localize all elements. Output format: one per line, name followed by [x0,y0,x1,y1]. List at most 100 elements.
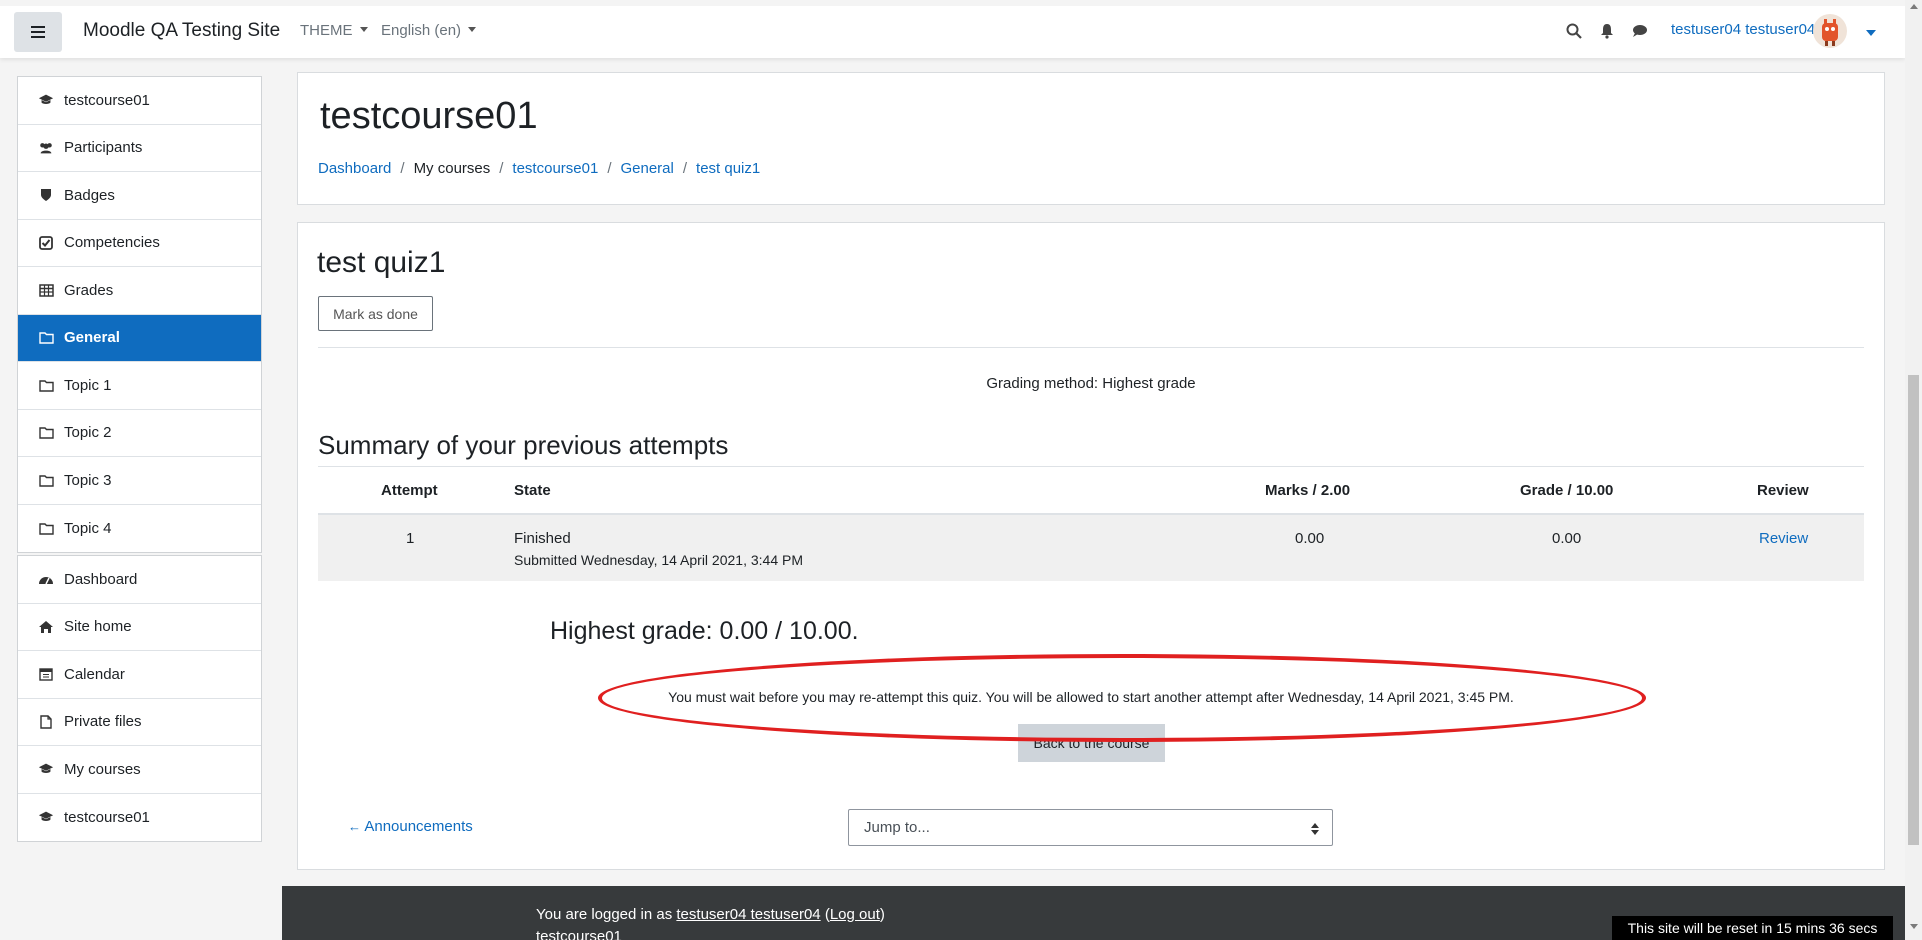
table-row: 1 Finished Submitted Wednesday, 14 April… [318,515,1864,581]
mark-as-done-button[interactable]: Mark as done [318,296,433,331]
sidebar-item-label: Competencies [64,234,160,252]
menu-icon [31,26,45,38]
table-icon [38,282,54,298]
sidebar-item-label: Grades [64,281,114,299]
sidebar-item-private-files[interactable]: Private files [18,699,261,746]
column-header-state: State [514,482,551,499]
attempt-marks: 0.00 [1295,530,1325,547]
scrollbar-thumb[interactable] [1908,375,1919,845]
folder-icon [38,520,54,536]
site-reset-notice: This site will be reset in 15 mins 36 se… [1612,916,1893,940]
sidebar-item-label: Private files [64,713,142,731]
caret-down-icon [359,27,368,32]
graduation-cap-icon [38,809,54,825]
tachometer-icon [38,571,54,587]
sidebar-item-topic-1[interactable]: Topic 1 [18,362,261,410]
folder-icon [38,330,54,346]
sidebar-item-calendar[interactable]: Calendar [18,651,261,699]
column-header-review: Review [1757,482,1809,499]
breadcrumb-separator: / [607,160,612,177]
back-to-course-button[interactable]: Back to the course [1018,724,1165,762]
jump-to-select[interactable]: Jump to... [848,809,1333,846]
sidebar-item-topic-3[interactable]: Topic 3 [18,457,261,505]
caret-down-icon [468,27,477,32]
scroll-up-arrow-icon[interactable] [1910,4,1918,9]
home-icon [38,619,54,635]
attempts-table: Attempt State Marks / 2.00 Grade / 10.00… [318,466,1864,581]
breadcrumb-quiz[interactable]: test quiz1 [696,160,760,177]
users-icon [38,140,54,156]
previous-activity-link[interactable]: ← Announcements [348,818,473,835]
sidebar-item-label: My courses [64,760,141,778]
sidebar-item-label: Topic 1 [64,376,112,394]
sidebar-item-label: Dashboard [64,570,138,588]
grading-method: Grading method: Highest grade [986,375,1196,392]
user-menu-name[interactable]: testuser04 testuser04 [1671,21,1815,38]
search-icon[interactable] [1564,21,1584,41]
sidebar-item-dashboard[interactable]: Dashboard [18,556,261,604]
theme-menu[interactable]: THEME [300,22,368,39]
footer-course: testcourse01 [536,928,622,940]
scroll-down-arrow-icon[interactable] [1910,924,1918,929]
attempt-number: 1 [406,530,415,547]
summary-heading: Summary of your previous attempts [318,430,729,460]
language-menu-label: English (en) [381,22,462,39]
column-header-attempt: Attempt [381,482,438,499]
course-navigation: testcourse01 Participants Badges Competenci… [17,76,262,553]
sidebar-item-testcourse01[interactable]: testcourse01 [18,77,261,125]
shield-icon [38,187,54,203]
footer-user-link[interactable]: testuser04 testuser04 [676,906,820,923]
hamburger-menu-button[interactable] [14,12,62,52]
column-header-marks: Marks / 2.00 [1265,482,1351,499]
sidebar-item-topic-4[interactable]: Topic 4 [18,505,261,553]
nav-icons [1564,21,1663,41]
wait-message: You must wait before you may re-attempt … [668,689,1514,705]
attempt-state: Finished [514,530,571,547]
sidebar-item-general[interactable]: General [18,314,261,362]
page-header-card [297,72,1885,205]
sidebar-item-grades[interactable]: Grades [18,267,261,315]
sidebar-item-topic-2[interactable]: Topic 2 [18,410,261,457]
graduation-cap-icon [38,761,54,777]
sidebar-item-label: testcourse01 [64,91,150,109]
attempt-submitted: Submitted Wednesday, 14 April 2021, 3:44… [514,552,803,568]
site-navigation: Dashboard Site home Calendar Private files M… [17,555,262,842]
avatar[interactable] [1813,14,1847,48]
sidebar-item-testcourse01[interactable]: testcourse01 [18,794,261,842]
breadcrumb-separator: / [499,160,504,177]
sidebar-item-label: Site home [64,618,132,636]
bell-icon[interactable] [1597,21,1617,41]
review-link[interactable]: Review [1759,530,1808,547]
sidebar-item-site-home[interactable]: Site home [18,604,261,651]
attempt-grade: 0.00 [1552,530,1582,547]
site-name[interactable]: Moodle QA Testing Site [83,20,280,42]
divider [318,347,1864,348]
breadcrumb-separator: / [400,160,405,177]
logout-close: ) [879,906,885,923]
sidebar-item-label: Topic 2 [64,424,112,442]
folder-icon [38,377,54,393]
comment-icon[interactable] [1630,21,1650,41]
previous-activity-label: Announcements [364,818,473,835]
breadcrumb-separator: / [682,160,688,177]
sidebar-item-label: Participants [64,139,143,157]
breadcrumb-section[interactable]: General [620,160,673,177]
folder-icon [38,472,54,488]
breadcrumb: Dashboard / My courses / testcourse01 / … [318,160,760,177]
language-menu[interactable]: English (en) [381,22,477,39]
user-menu-caret-icon[interactable] [1866,30,1876,36]
sidebar-item-label: Topic 3 [64,471,112,489]
breadcrumb-dashboard[interactable]: Dashboard [318,160,391,177]
sidebar-item-label: General [64,329,120,347]
sidebar-item-participants[interactable]: Participants [18,125,261,172]
sidebar-item-competencies[interactable]: Competencies [18,220,261,267]
sidebar-item-label: Badges [64,186,115,204]
folder-icon [38,425,54,441]
sidebar-item-my-courses[interactable]: My courses [18,746,261,794]
logout-link[interactable]: Log out [830,906,880,923]
sidebar-item-label: Calendar [64,665,125,683]
logout-open: ( [820,906,830,923]
graduation-cap-icon [38,92,54,108]
sidebar-item-badges[interactable]: Badges [18,172,261,220]
breadcrumb-course[interactable]: testcourse01 [512,160,598,177]
